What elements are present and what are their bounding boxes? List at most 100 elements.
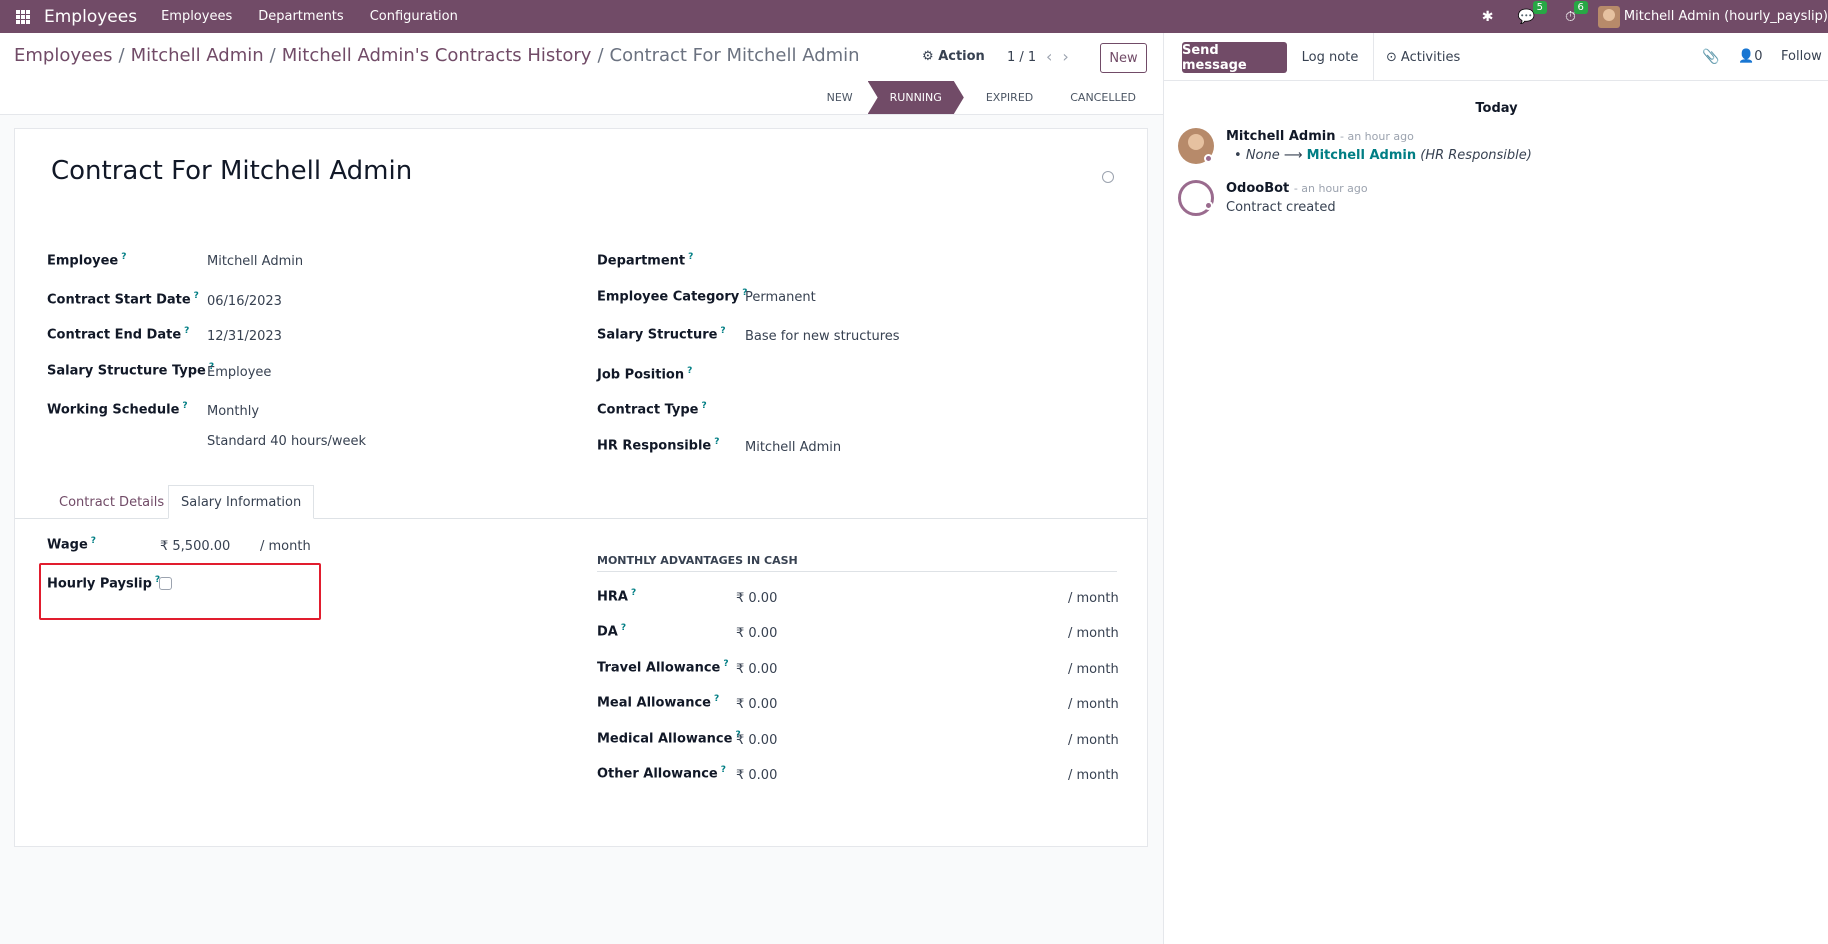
tracked-field-name: (HR Responsible) <box>1420 148 1532 163</box>
menu-employees[interactable]: Employees <box>161 9 232 24</box>
department-label: Department? <box>597 252 694 269</box>
salary-structure-field[interactable]: Base for new structures <box>745 329 900 344</box>
bot-message-time: - an hour ago <box>1293 182 1368 195</box>
hra-field[interactable]: ₹ 0.00 <box>736 591 777 606</box>
employee-category-label: Employee Category? <box>597 288 748 305</box>
odoobot-avatar[interactable] <box>1178 180 1214 216</box>
other-allowance-label: Other Allowance? <box>597 765 726 782</box>
highlight-box <box>39 563 321 620</box>
new-value[interactable]: Mitchell Admin <box>1307 148 1416 163</box>
pager-value[interactable]: 1 / 1 <box>1007 50 1036 65</box>
hr-responsible-field[interactable]: Mitchell Admin <box>745 440 841 455</box>
wage-label: Wage? <box>47 536 97 553</box>
other-allowance-unit: / month <box>1068 768 1119 783</box>
meal-allowance-unit: / month <box>1068 697 1119 712</box>
user-avatar[interactable] <box>1597 5 1620 28</box>
chevron-right-icon[interactable]: › <box>1062 47 1078 66</box>
new-button[interactable]: New <box>1100 43 1147 73</box>
date-separator: Today <box>1475 101 1518 116</box>
app-brand[interactable]: Employees <box>44 7 137 27</box>
stage-expired[interactable]: EXPIRED <box>964 81 1048 114</box>
breadcrumb-employees[interactable]: Employees <box>14 45 113 66</box>
tracking-value: • None ⟶ Mitchell Admin (HR Responsible) <box>1234 148 1532 163</box>
employee-label: Employee? <box>47 252 127 269</box>
stage-running[interactable]: RUNNING <box>868 81 964 114</box>
working-schedule-field[interactable]: Monthly <box>207 404 259 419</box>
hra-label: HRA? <box>597 588 637 605</box>
breadcrumb-mitchell-admin[interactable]: Mitchell Admin <box>131 45 264 66</box>
chatter-topbar: Send message Log note ⊙ Activities 📎 👤0 F… <box>1164 33 1828 81</box>
message-time: - an hour ago <box>1339 130 1414 143</box>
breadcrumb: Employees / Mitchell Admin / Mitchell Admin'… <box>14 45 860 66</box>
contract-start-date-label: Contract Start Date? <box>47 291 199 308</box>
travel-allowance-label: Travel Allowance? <box>597 659 729 676</box>
working-schedule-calendar[interactable]: Standard 40 hours/week <box>207 434 366 449</box>
action-label: Action <box>938 49 985 64</box>
contract-end-date-label: Contract End Date? <box>47 326 190 343</box>
pager-arrows: ‹› <box>1046 47 1079 66</box>
monthly-advantages-title: MONTHLY ADVANTAGES IN CASH <box>597 554 1117 572</box>
activities-clock-icon[interactable]: ⏱ 6 <box>1565 0 1588 25</box>
paperclip-icon[interactable]: 📎 <box>1702 49 1719 65</box>
hra-unit: / month <box>1068 591 1119 606</box>
messages-badge: 5 <box>1532 0 1547 14</box>
apps-menu-icon[interactable] <box>16 9 30 24</box>
followers-button[interactable]: 👤0 <box>1738 49 1762 64</box>
contract-start-date-field[interactable]: 06/16/2023 <box>207 294 282 309</box>
employee-category-field[interactable]: Permanent <box>745 290 816 305</box>
employee-field[interactable]: Mitchell Admin <box>207 254 303 269</box>
other-allowance-field[interactable]: ₹ 0.00 <box>736 768 777 783</box>
bot-message-author[interactable]: OdooBot - an hour ago <box>1226 181 1368 196</box>
travel-allowance-field[interactable]: ₹ 0.00 <box>736 662 777 677</box>
da-label: DA? <box>597 623 627 640</box>
contract-type-label: Contract Type? <box>597 401 707 418</box>
top-navbar: Employees Employees Departments Configur… <box>0 0 1828 33</box>
notebook-tabs: Contract Details Salary Information <box>15 485 1147 519</box>
salary-structure-type-field[interactable]: Employee <box>207 365 271 380</box>
clock-icon: ⊙ <box>1386 49 1397 65</box>
contract-end-date-field[interactable]: 12/31/2023 <box>207 329 282 344</box>
activities-badge: 6 <box>1573 0 1588 14</box>
wage-field[interactable]: ₹ 5,500.00 <box>160 539 230 554</box>
message-author[interactable]: Mitchell Admin - an hour ago <box>1226 129 1414 144</box>
meal-allowance-label: Meal Allowance? <box>597 694 720 711</box>
salary-structure-label: Salary Structure? <box>597 326 726 343</box>
tab-contract-details[interactable]: Contract Details <box>47 485 176 519</box>
action-button[interactable]: ⚙ Action <box>922 49 985 64</box>
bot-presence-heart-icon <box>1204 201 1213 210</box>
presence-indicator <box>1204 154 1213 163</box>
menu-departments[interactable]: Departments <box>258 9 343 24</box>
user-menu[interactable]: Mitchell Admin (hourly_payslip) <box>1624 9 1828 24</box>
send-message-button[interactable]: Send message <box>1182 42 1287 73</box>
status-bar: NEW RUNNING EXPIRED CANCELLED <box>827 81 1151 114</box>
activities-button[interactable]: ⊙ Activities <box>1386 33 1460 81</box>
stage-new[interactable]: NEW <box>827 81 868 114</box>
breadcrumb-current: Contract For Mitchell Admin <box>609 45 860 66</box>
travel-allowance-unit: / month <box>1068 662 1119 677</box>
arrow-right-icon: ⟶ <box>1283 148 1303 163</box>
medical-allowance-label: Medical Allowance? <box>597 730 741 747</box>
breadcrumb-contracts-history[interactable]: Mitchell Admin's Contracts History <box>282 45 592 66</box>
tab-salary-information[interactable]: Salary Information <box>168 485 315 519</box>
follow-button[interactable]: Follow <box>1781 49 1822 64</box>
log-note-button[interactable]: Log note <box>1287 33 1374 81</box>
stage-cancelled[interactable]: CANCELLED <box>1048 81 1151 114</box>
chatter-panel: Send message Log note ⊙ Activities 📎 👤0 F… <box>1163 33 1828 944</box>
chevron-left-icon[interactable]: ‹ <box>1046 47 1062 66</box>
da-field[interactable]: ₹ 0.00 <box>736 626 777 641</box>
medical-allowance-field[interactable]: ₹ 0.00 <box>736 733 777 748</box>
wage-unit: / month <box>260 539 311 554</box>
control-panel: Employees / Mitchell Admin / Mitchell Admin'… <box>0 33 1165 115</box>
job-position-label: Job Position? <box>597 366 693 383</box>
bug-icon[interactable]: ✱ <box>1482 9 1494 25</box>
kanban-state-icon[interactable] <box>1102 171 1114 183</box>
menu-configuration[interactable]: Configuration <box>370 9 458 24</box>
messages-icon[interactable]: 💬 5 <box>1518 0 1547 25</box>
gear-icon: ⚙ <box>922 49 934 64</box>
form-sheet: Contract For Mitchell Admin Employee? Mi… <box>14 128 1148 847</box>
activities-label: Activities <box>1400 49 1461 65</box>
old-value: None <box>1245 148 1280 163</box>
meal-allowance-field[interactable]: ₹ 0.00 <box>736 697 777 712</box>
person-icon: 👤 <box>1738 49 1755 64</box>
contract-name[interactable]: Contract For Mitchell Admin <box>51 156 412 186</box>
